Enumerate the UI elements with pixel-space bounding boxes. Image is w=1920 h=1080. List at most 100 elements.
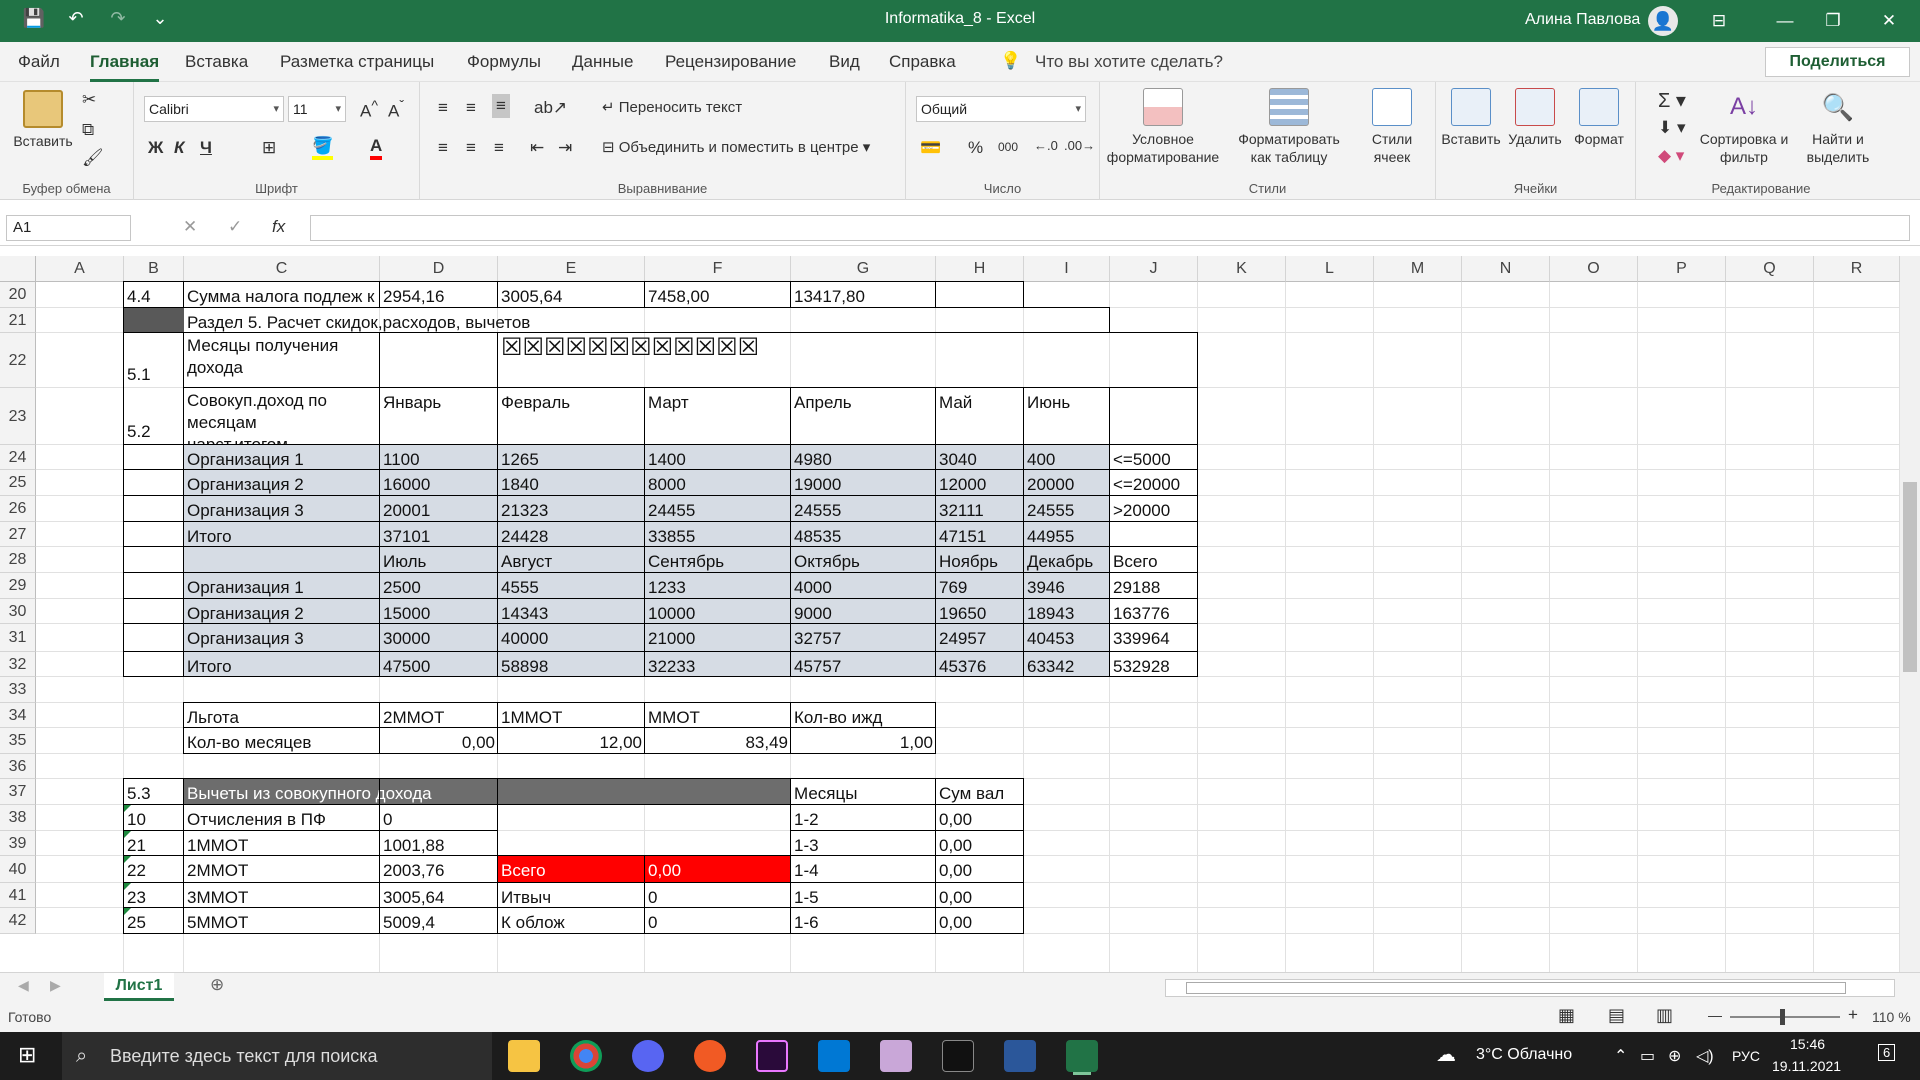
data-cell[interactable]: 20000 xyxy=(1024,470,1110,496)
tab-insert[interactable]: Вставка xyxy=(185,52,248,72)
data-cell[interactable]: 24555 xyxy=(1024,496,1110,522)
data-cell[interactable]: 1400 xyxy=(645,445,791,470)
delete-cells-button[interactable]: Удалить xyxy=(1504,88,1566,148)
row-header-27[interactable]: 27 xyxy=(0,522,36,547)
column-header-h[interactable]: H xyxy=(936,256,1024,282)
insert-cells-button[interactable]: Вставить xyxy=(1440,88,1502,148)
taskbar-search[interactable]: ⌕ Введите здесь текст для поиска xyxy=(62,1032,492,1080)
column-header-a[interactable]: A xyxy=(36,256,124,282)
normal-view-icon[interactable]: ▦ xyxy=(1558,1005,1575,1026)
underline-button[interactable]: Ч xyxy=(200,138,212,158)
find-select-button[interactable]: 🔍 Найти и выделить xyxy=(1796,88,1880,166)
align-right-icon[interactable]: ≡ xyxy=(494,138,504,158)
benefit-cell[interactable]: Кол-во ижд xyxy=(791,703,936,728)
data-cell[interactable]: 58898 xyxy=(498,652,645,677)
section-number[interactable]: 5.1 xyxy=(124,333,184,388)
month-header[interactable]: Август xyxy=(498,547,645,573)
chrome-icon[interactable] xyxy=(570,1040,602,1072)
sort-filter-button[interactable]: A↓ Сортировка и фильтр xyxy=(1696,88,1792,166)
cell[interactable]: 0,00 xyxy=(936,908,1024,934)
org-label[interactable]: Организация 1 xyxy=(184,445,380,470)
month-header[interactable]: Сентябрь xyxy=(645,547,791,573)
vertical-scrollbar[interactable] xyxy=(1900,256,1920,972)
align-top-icon[interactable]: ≡ xyxy=(438,98,448,118)
notifications-badge[interactable]: 6 xyxy=(1878,1044,1896,1061)
data-cell[interactable]: 16000 xyxy=(380,470,498,496)
cell[interactable]: 2003,76 xyxy=(380,856,498,883)
cell-wrapped[interactable]: Совокуп.доход по месяцам нарст.итогом xyxy=(184,388,380,445)
cell[interactable]: 1ММОТ xyxy=(184,831,380,856)
cell[interactable]: 0 xyxy=(645,908,791,934)
section-title[interactable]: Раздел 5. Расчет скидок,расходов, вычето… xyxy=(184,308,1110,333)
cell[interactable]: 10 xyxy=(124,805,184,831)
language-indicator[interactable]: РУС xyxy=(1732,1048,1760,1064)
row-header-42[interactable]: 42 xyxy=(0,908,36,934)
user-name[interactable]: Алина Павлова xyxy=(1525,11,1640,29)
data-cell[interactable]: 1100 xyxy=(380,445,498,470)
ribbon-display-button[interactable]: ⊟ xyxy=(1696,6,1742,36)
month-header[interactable]: Апрель xyxy=(791,388,936,445)
clock-time[interactable]: 15:46 xyxy=(1790,1036,1825,1052)
data-cell[interactable]: 400 xyxy=(1024,445,1110,470)
font-name-select[interactable]: Calibri xyxy=(144,96,284,122)
add-sheet-icon[interactable]: ⊕ xyxy=(210,975,224,995)
align-middle-icon[interactable]: ≡ xyxy=(466,98,476,118)
terminal-icon[interactable] xyxy=(942,1040,974,1072)
conditional-format-button[interactable]: Условное форматирование xyxy=(1106,88,1220,166)
column-header-i[interactable]: I xyxy=(1024,256,1110,282)
org-label[interactable]: Организация 3 xyxy=(184,624,380,652)
borders-icon[interactable]: ⊞ xyxy=(262,138,276,158)
column-header-q[interactable]: Q xyxy=(1726,256,1814,282)
cell[interactable]: 4.4 xyxy=(124,282,184,308)
data-cell[interactable]: 29188 xyxy=(1110,573,1198,599)
data-cell[interactable]: 339964 xyxy=(1110,624,1198,652)
close-button[interactable]: ✕ xyxy=(1866,6,1912,36)
column-header-l[interactable]: L xyxy=(1286,256,1374,282)
cell[interactable]: 3005,64 xyxy=(380,883,498,908)
align-left-icon[interactable]: ≡ xyxy=(438,138,448,158)
premiere-icon[interactable] xyxy=(756,1040,788,1072)
row-header-36[interactable]: 36 xyxy=(0,754,36,779)
cell[interactable]: 1-4 xyxy=(791,856,936,883)
align-center-icon[interactable]: ≡ xyxy=(466,138,476,158)
section-number[interactable]: 5.2 xyxy=(124,388,184,445)
cut-icon[interactable]: ✂ xyxy=(82,90,96,110)
cell[interactable]: 0,00 xyxy=(936,831,1024,856)
zoom-level[interactable]: 110 % xyxy=(1872,1009,1911,1025)
data-cell[interactable]: 1840 xyxy=(498,470,645,496)
data-cell[interactable]: 21323 xyxy=(498,496,645,522)
benefit-value[interactable]: 12,00 xyxy=(498,728,645,754)
name-box[interactable]: A1 xyxy=(6,215,131,241)
next-sheet-icon[interactable]: ▶ xyxy=(50,977,61,994)
org-label[interactable]: Организация 2 xyxy=(184,470,380,496)
tell-me-input[interactable]: Что вы хотите сделать? xyxy=(1035,52,1223,72)
data-cell[interactable]: 15000 xyxy=(380,599,498,624)
currency-icon[interactable]: 💳 xyxy=(920,138,941,158)
row-header-26[interactable]: 26 xyxy=(0,496,36,522)
battery-icon[interactable]: ▭ xyxy=(1640,1046,1655,1066)
tab-page-layout[interactable]: Разметка страницы xyxy=(280,52,434,72)
row-header-22[interactable]: 22 xyxy=(0,333,36,388)
windows-start-icon[interactable]: ⊞ xyxy=(18,1042,36,1068)
data-cell[interactable]: 2500 xyxy=(380,573,498,599)
row-header-29[interactable]: 29 xyxy=(0,573,36,599)
month-header[interactable]: Всего xyxy=(1110,547,1198,573)
data-cell[interactable]: 4555 xyxy=(498,573,645,599)
tab-data[interactable]: Данные xyxy=(572,52,633,72)
column-header-g[interactable]: G xyxy=(791,256,936,282)
column-header-o[interactable]: O xyxy=(1550,256,1638,282)
cell-styles-button[interactable]: Стили ячеек xyxy=(1358,88,1426,166)
network-icon[interactable]: ⊕ xyxy=(1668,1046,1681,1066)
cell[interactable]: 5009,4 xyxy=(380,908,498,934)
tab-help[interactable]: Справка xyxy=(889,52,956,72)
data-cell[interactable]: 14343 xyxy=(498,599,645,624)
format-painter-icon[interactable]: 🖌 xyxy=(82,148,104,168)
month-header[interactable]: Декабрь xyxy=(1024,547,1110,573)
data-cell[interactable]: 769 xyxy=(936,573,1024,599)
data-cell[interactable]: 532928 xyxy=(1110,652,1198,677)
cell[interactable]: 1-6 xyxy=(791,908,936,934)
data-cell[interactable]: 21000 xyxy=(645,624,791,652)
benefit-cell[interactable]: Льгота xyxy=(184,703,380,728)
cell[interactable]: Сум вал xyxy=(936,779,1024,805)
data-cell[interactable]: 32233 xyxy=(645,652,791,677)
